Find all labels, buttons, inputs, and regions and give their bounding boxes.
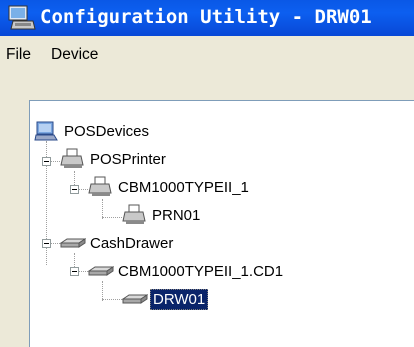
device-tree[interactable]: POSDevices POSPrinter CBM1000TYPEII_1 PR… <box>29 100 414 347</box>
printer-icon <box>88 176 112 196</box>
tree-node-cashdrawer[interactable]: CashDrawer <box>60 230 175 256</box>
menu-device[interactable]: Device <box>51 46 98 64</box>
cash-drawer-icon <box>88 266 114 276</box>
title-bar[interactable]: Configuration Utility - DRW01 <box>0 0 414 36</box>
tree-node-label: POSDevices <box>64 122 150 140</box>
printer-icon <box>60 148 84 168</box>
collapse-posprinter-icon[interactable] <box>42 157 51 166</box>
tree-node-posprinter[interactable]: POSPrinter <box>60 146 168 172</box>
tree-node-label: CBM1000TYPEII_1 <box>118 178 249 196</box>
menu-file[interactable]: File <box>6 46 31 64</box>
tree-node-posdevices[interactable]: POSDevices <box>34 118 151 144</box>
cash-drawer-icon <box>122 294 148 304</box>
window-title: Configuration Utility - DRW01 <box>40 6 372 28</box>
tree-node-label-selected: DRW01 <box>150 288 209 310</box>
app-icon <box>8 5 36 30</box>
tree-node-prn01[interactable]: PRN01 <box>122 202 202 228</box>
menu-bar: File Device <box>0 36 414 74</box>
tree-node-cbm1000typeii-1[interactable]: CBM1000TYPEII_1 <box>88 174 251 200</box>
printer-icon <box>122 204 146 224</box>
pos-devices-icon <box>34 121 58 141</box>
tree-node-label: CBM1000TYPEII_1.CD1 <box>118 262 284 280</box>
collapse-cbm1000typeii-1-icon[interactable] <box>70 185 79 194</box>
tree-node-drw01[interactable]: DRW01 <box>122 286 209 312</box>
tree-node-label: PRN01 <box>152 206 201 224</box>
cash-drawer-icon <box>60 238 86 248</box>
collapse-cashdrawer-icon[interactable] <box>42 239 51 248</box>
tree-node-label: POSPrinter <box>90 150 166 168</box>
tree-node-cbm1000typeii-1-cd1[interactable]: CBM1000TYPEII_1.CD1 <box>88 258 285 284</box>
tree-node-label: CashDrawer <box>90 234 174 252</box>
collapse-cbm1000typeii-1-cd1-icon[interactable] <box>70 267 79 276</box>
